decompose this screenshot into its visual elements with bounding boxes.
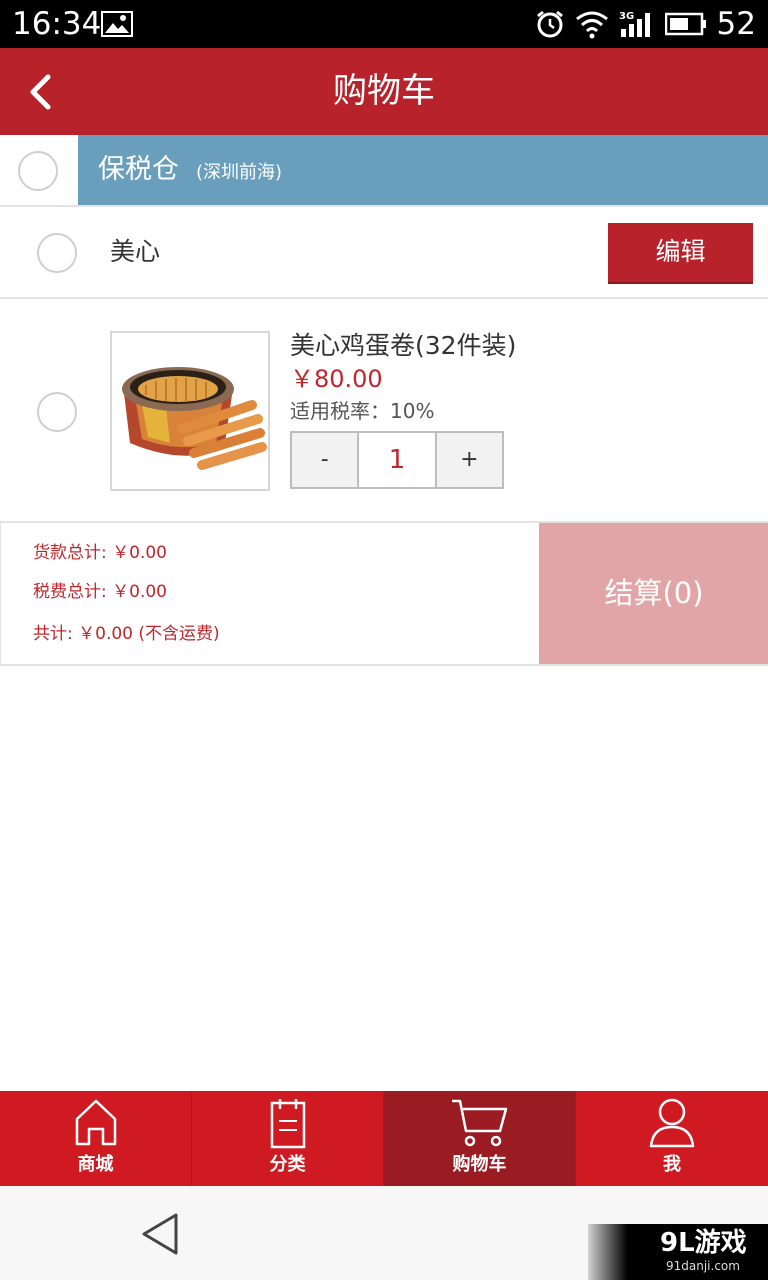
wifi-icon [575,11,608,39]
tax-rate: 适用税率：10% [290,399,435,423]
quantity-stepper: - 1 + [290,431,504,489]
svg-text:3G: 3G [619,11,634,22]
3g-signal-icon: 3G [619,11,650,37]
quantity-value[interactable]: 1 [357,433,437,487]
cart-item: 美心鸡蛋卷(32件装) ￥80.00 适用税率：10% - 1 + [0,299,768,523]
warehouse-banner: 保税仓 (深圳前海) [78,135,768,205]
home-icon [75,1099,116,1146]
brand-name: 美心 [110,237,161,266]
cart-icon [451,1099,507,1147]
category-icon [270,1099,305,1149]
goods-total: 货款总计: ￥0.00 [33,543,167,563]
app-header: 购物车 [0,48,768,135]
brand-select-radio[interactable] [37,233,77,273]
brand-row: 美心 编辑 [0,207,768,299]
tab-mall[interactable]: 商城 [0,1091,192,1186]
grand-total: 共计: ￥0.00 (不含运费) [33,624,220,644]
tab-me[interactable]: 我 [576,1091,768,1186]
alarm-icon [536,10,563,38]
product-thumbnail[interactable] [110,331,270,491]
tab-category[interactable]: 分类 [192,1091,384,1186]
order-summary: 货款总计: ￥0.00 税费总计: ￥0.00 共计: ￥0.00 (不含运费)… [0,523,768,666]
tab-label: 购物车 [452,1154,507,1175]
page-title: 购物车 [333,71,435,111]
warehouse-name: 保税仓 [98,154,179,185]
checkout-button[interactable]: 结算(0) [539,523,768,664]
status-time: 16:34 [12,6,102,42]
system-back-icon[interactable] [140,1212,180,1256]
decrease-quantity-button[interactable]: - [292,433,358,487]
egg-roll-tin-image [122,367,267,470]
status-bar: 16:34 3G 52 [0,0,768,48]
product-name[interactable]: 美心鸡蛋卷(32件装) [290,329,516,363]
bottom-tab-bar: 商城 分类 购物车 我 [0,1091,768,1186]
image-icon [101,11,133,37]
warehouse-select-radio[interactable] [18,151,58,191]
warehouse-group-header: 保税仓 (深圳前海) [0,135,768,207]
tab-cart[interactable]: 购物车 [384,1091,576,1186]
battery-level: 52 [716,6,756,42]
watermark: 9L游戏 91danji.com [588,1224,768,1280]
warehouse-select-cell[interactable] [0,135,78,205]
tab-label: 分类 [269,1154,306,1175]
edit-button[interactable]: 编辑 [608,223,753,282]
tax-total: 税费总计: ￥0.00 [33,582,167,602]
tab-label: 我 [663,1154,681,1175]
battery-icon [664,12,706,36]
increase-quantity-button[interactable]: + [436,433,502,487]
user-icon [649,1098,695,1148]
watermark-title: 9L游戏 [660,1228,747,1258]
item-select-radio[interactable] [37,392,77,432]
product-price: ￥80.00 [290,365,383,393]
warehouse-location: (深圳前海) [196,162,283,183]
tab-label: 商城 [77,1154,114,1175]
watermark-subtitle: 91danji.com [666,1259,740,1273]
